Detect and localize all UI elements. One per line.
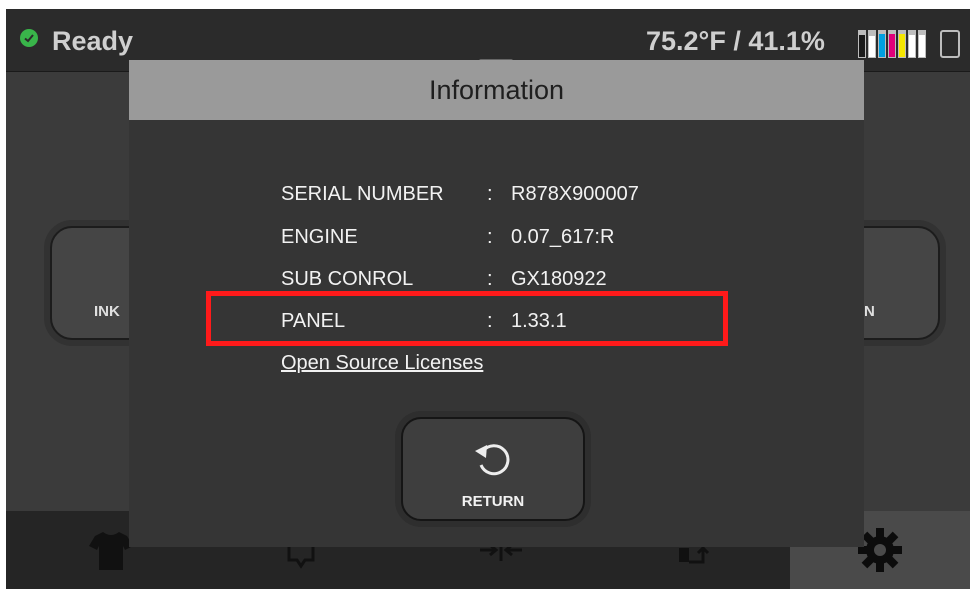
info-separator: : <box>487 267 493 290</box>
ink-level-fill <box>889 33 895 57</box>
open-source-licenses-link[interactable]: Open Source Licenses <box>281 352 483 375</box>
information-dialog: Information SERIAL NUMBER : R878X900007 … <box>129 60 864 547</box>
ink-level-bar <box>898 30 906 58</box>
ink-level-indicator[interactable] <box>858 30 936 58</box>
printer-panel-screen: Ready 75.2°F / 41.1% INK N Information S… <box>6 9 970 589</box>
info-row-serial: SERIAL NUMBER : R878X900007 <box>281 179 639 209</box>
ink-button-label: INK <box>94 303 120 320</box>
panel-version-highlight <box>206 291 728 346</box>
ready-check-icon <box>20 29 38 47</box>
status-text: Ready <box>52 26 134 56</box>
ink-level-fill <box>909 34 915 57</box>
info-value: R878X900007 <box>511 182 639 205</box>
ink-level-fill <box>879 33 885 57</box>
info-value: 0.07_617:R <box>511 225 615 248</box>
ink-level-bar <box>918 30 926 58</box>
ink-level-bar <box>878 30 886 58</box>
info-label: SUB CONROL <box>281 267 414 290</box>
ink-level-bar <box>908 30 916 58</box>
temperature-humidity: 75.2°F / 41.1% <box>646 26 825 56</box>
cartridge-icon <box>940 30 960 58</box>
ink-level-bar <box>858 30 866 58</box>
info-separator: : <box>487 225 493 248</box>
right-menu-button-label: N <box>864 303 875 320</box>
info-separator: : <box>487 182 493 205</box>
info-label: ENGINE <box>281 225 358 248</box>
dialog-title: Information <box>428 74 565 105</box>
info-row-engine: ENGINE : 0.07_617:R <box>281 222 614 252</box>
ink-level-bar <box>888 30 896 58</box>
return-icon <box>475 444 510 476</box>
return-button[interactable]: RETURN <box>401 417 585 521</box>
return-label: RETURN <box>461 493 525 510</box>
info-value: GX180922 <box>511 267 607 290</box>
ink-level-fill <box>869 36 875 57</box>
ink-level-fill <box>899 33 905 57</box>
ink-level-bar <box>868 30 876 58</box>
ink-level-fill <box>859 34 865 57</box>
ink-level-fill <box>919 34 925 57</box>
info-label: SERIAL NUMBER <box>281 182 444 205</box>
info-row-sub-control: SUB CONROL : GX180922 <box>281 264 607 294</box>
dialog-header: Information <box>129 60 864 120</box>
